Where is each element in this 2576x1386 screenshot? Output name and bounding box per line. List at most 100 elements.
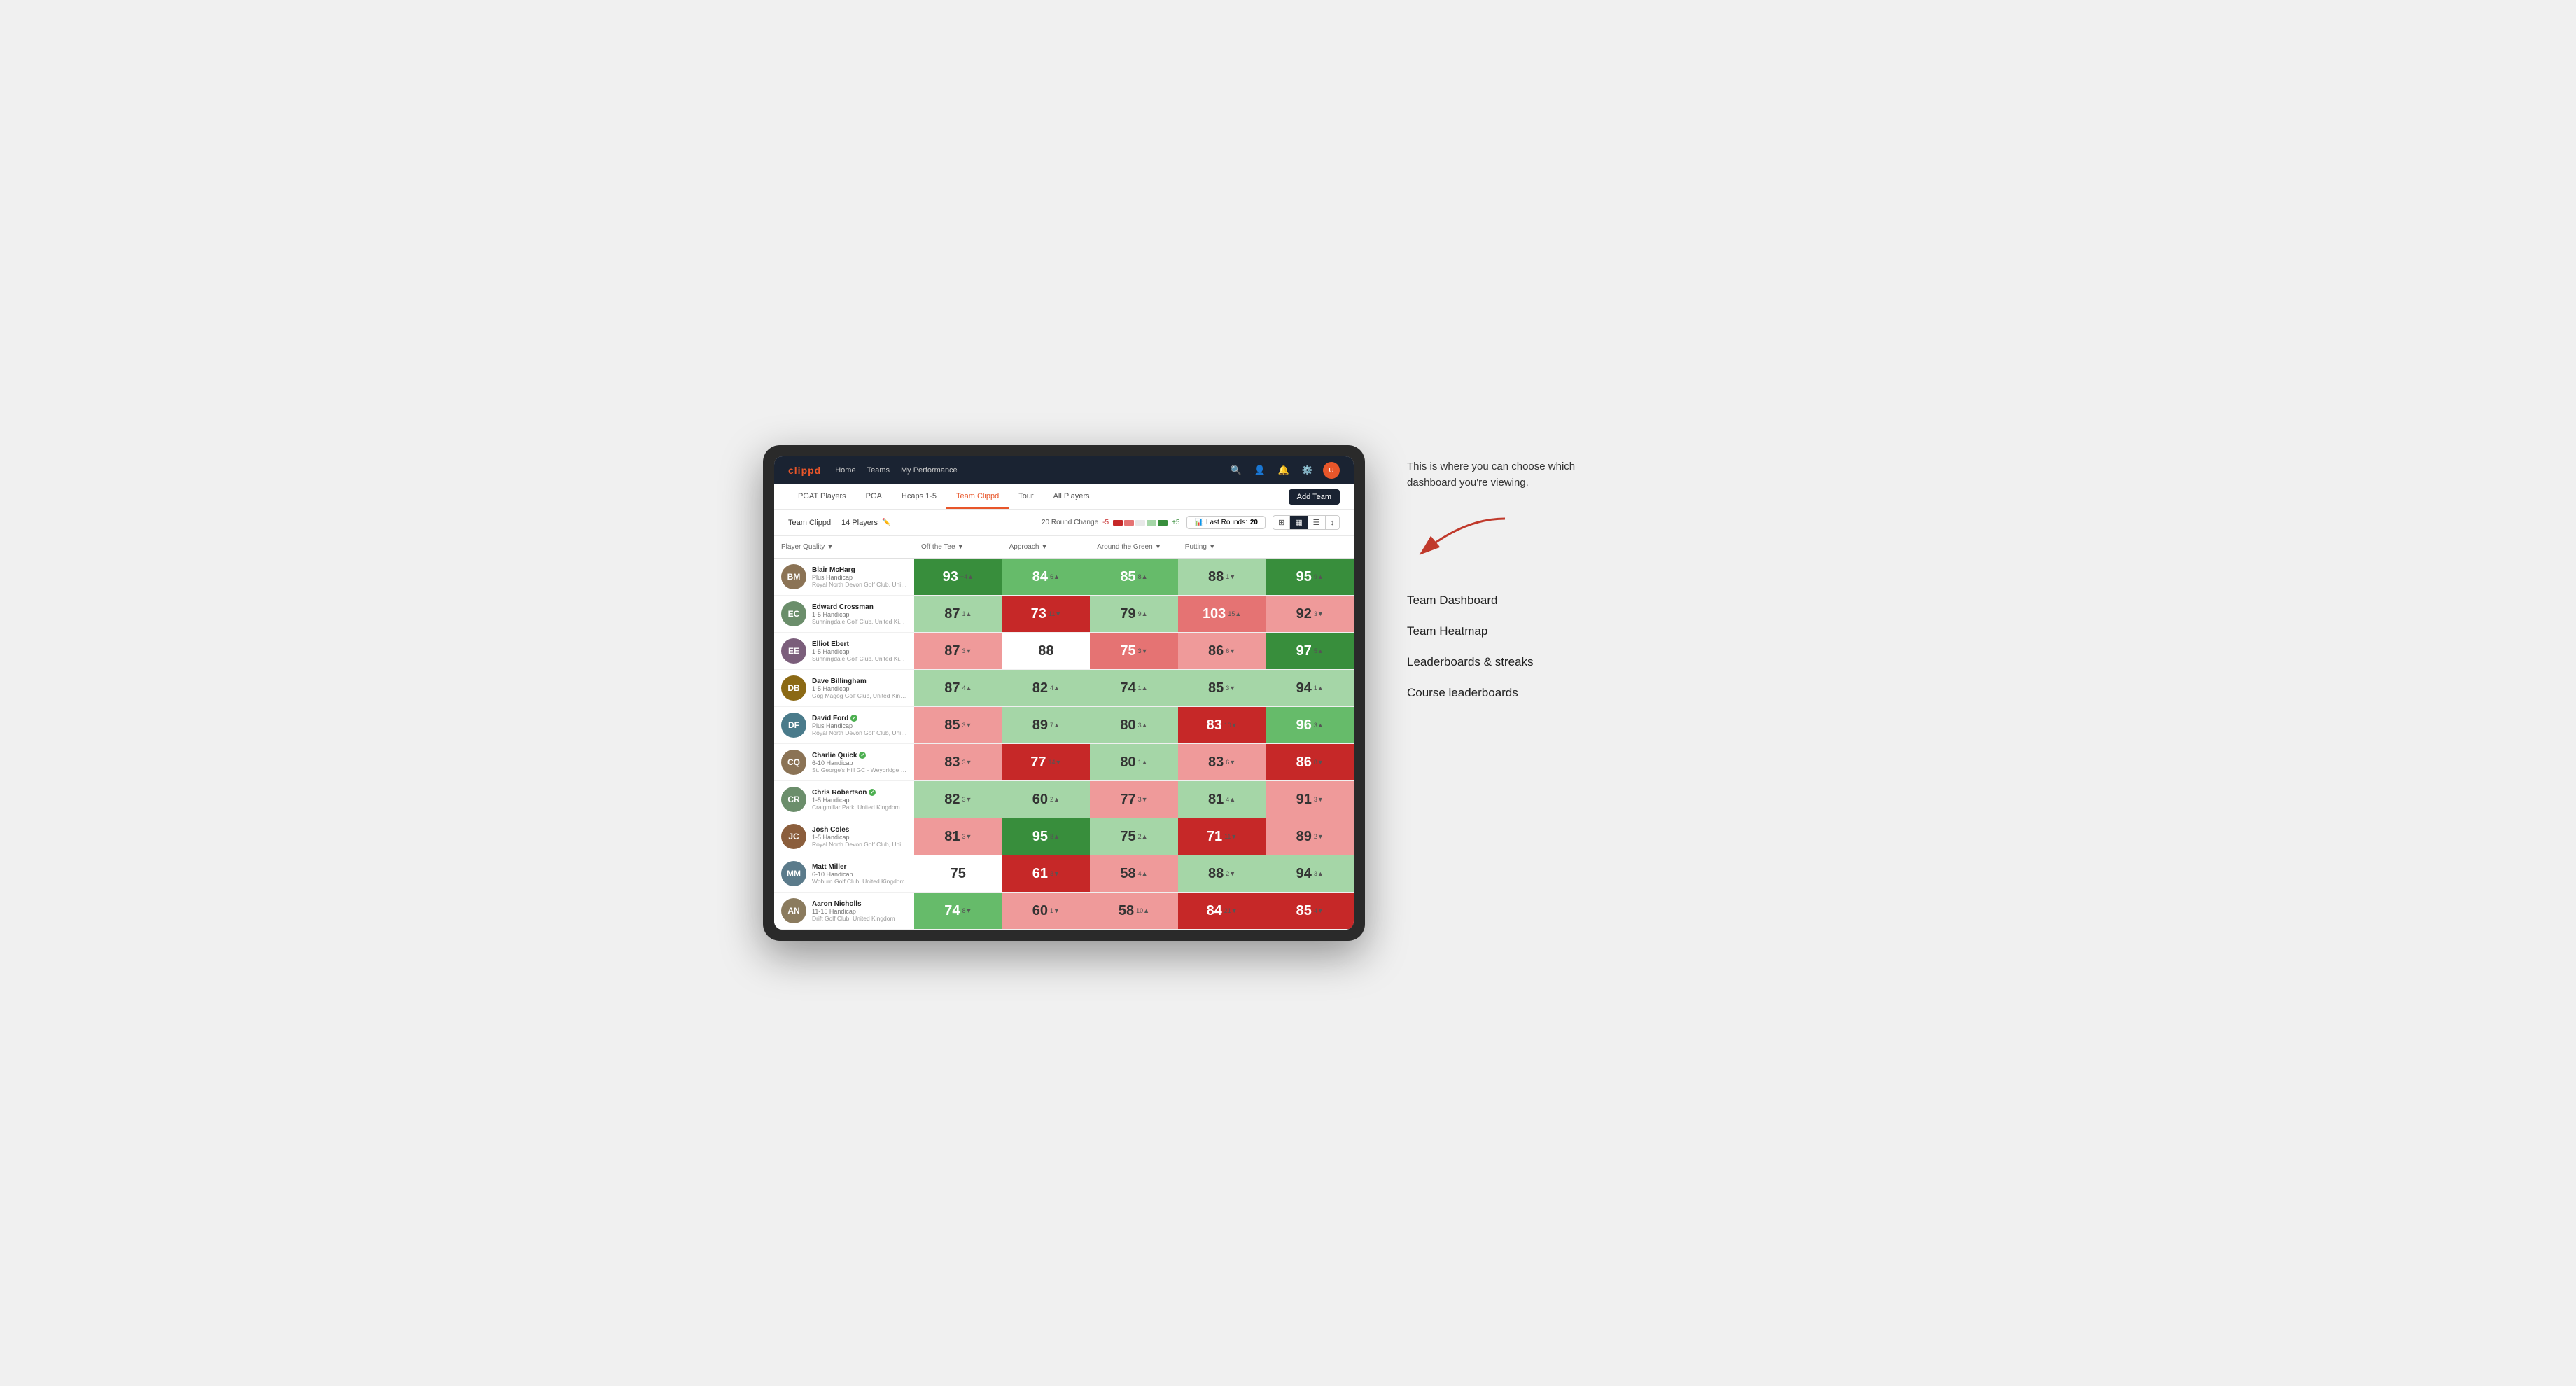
user-icon[interactable]: 👤 (1252, 462, 1268, 479)
col-header-around-green[interactable]: Around the Green ▼ (1090, 540, 1178, 554)
score-value: 80 (1120, 718, 1135, 734)
player-cell[interactable]: JCJosh Coles1-5 HandicapRoyal North Devo… (774, 818, 914, 855)
table-row[interactable]: BMBlair McHargPlus HandicapRoyal North D… (774, 559, 1354, 596)
score-cell: 7311▼ (1002, 596, 1091, 632)
player-handicap: Plus Handicap (812, 574, 907, 581)
score-cell: 93+4▲ (914, 559, 1002, 595)
score-value: 86 (1296, 755, 1312, 771)
score-cell: 959▲ (1266, 559, 1354, 595)
score-change: 3▼ (1138, 796, 1148, 803)
round-change-label: 20 Round Change (1042, 519, 1098, 526)
player-club: Sunningdale Golf Club, United Kingdom (812, 618, 907, 625)
score-change: 3▲ (1314, 870, 1324, 877)
tab-tour[interactable]: Tour (1009, 484, 1043, 509)
tab-team-clippd[interactable]: Team Clippd (946, 484, 1009, 509)
player-cell[interactable]: EEElliot Ebert1-5 HandicapSunningdale Go… (774, 633, 914, 669)
score-value: 84 (1207, 903, 1222, 919)
score-change: 3▼ (1226, 685, 1236, 692)
table-row[interactable]: ECEdward Crossman1-5 HandicapSunningdale… (774, 596, 1354, 633)
score-change: 5▲ (1314, 648, 1324, 654)
tab-pga[interactable]: PGA (856, 484, 892, 509)
view-toggle-heatmap[interactable]: ▦ (1290, 516, 1308, 529)
round-change: 20 Round Change -5 +5 (1042, 519, 1180, 526)
score-cell: 753▼ (1090, 633, 1178, 669)
bell-icon[interactable]: 🔔 (1275, 462, 1292, 479)
score-cell: 853▼ (914, 707, 1002, 743)
score-change: 1▲ (1138, 759, 1148, 766)
tab-all-players[interactable]: All Players (1044, 484, 1100, 509)
annotation-item-leaderboards: Leaderboards & streaks (1407, 647, 1617, 678)
search-icon[interactable]: 🔍 (1228, 462, 1245, 479)
nav-bar: clippd Home Teams My Performance 🔍 👤 🔔 ⚙… (774, 456, 1354, 484)
table-row[interactable]: MMMatt Miller6-10 HandicapWoburn Golf Cl… (774, 855, 1354, 892)
tab-pgat-players[interactable]: PGAT Players (788, 484, 856, 509)
score-change: 9▲ (1138, 610, 1148, 617)
score-cell: 7111▼ (1178, 818, 1266, 855)
player-cell[interactable]: DB Dave Billingham1-5 HandicapGog Magog G… (774, 670, 914, 706)
table-row[interactable]: CQCharlie Quick✓6-10 HandicapSt. George'… (774, 744, 1354, 781)
avatar[interactable]: U (1323, 462, 1340, 479)
table-row[interactable]: JCJosh Coles1-5 HandicapRoyal North Devo… (774, 818, 1354, 855)
score-change: 4▲ (962, 685, 972, 692)
player-club: St. George's Hill GC - Weybridge - Surre… (812, 766, 907, 774)
score-cell: 833▼ (914, 744, 1002, 780)
view-toggle-list[interactable]: ☰ (1308, 516, 1326, 529)
player-info: Dave Billingham1-5 HandicapGog Magog Gol… (812, 678, 907, 699)
table-row[interactable]: CRChris Robertson✓1-5 HandicapCraigmilla… (774, 781, 1354, 818)
last-rounds-button[interactable]: 📊 Last Rounds: 20 (1186, 516, 1266, 529)
player-cell[interactable]: DFDavid Ford✓Plus HandicapRoyal North De… (774, 707, 914, 743)
player-handicap: 6-10 Handicap (812, 871, 907, 878)
player-cell[interactable]: ECEdward Crossman1-5 HandicapSunningdale… (774, 596, 914, 632)
neg-value: -5 (1102, 519, 1109, 526)
player-cell[interactable]: CQCharlie Quick✓6-10 HandicapSt. George'… (774, 744, 914, 780)
view-toggle-sort[interactable]: ↕ (1326, 516, 1340, 529)
player-info: Josh Coles1-5 HandicapRoyal North Devon … (812, 826, 907, 848)
player-club: Royal North Devon Golf Club, United King… (812, 581, 907, 588)
table-row[interactable]: DFDavid Ford✓Plus HandicapRoyal North De… (774, 707, 1354, 744)
score-value: 92 (1296, 606, 1312, 622)
add-team-button[interactable]: Add Team (1289, 489, 1340, 505)
pipe-separator: | (835, 519, 837, 527)
score-value: 95 (1032, 829, 1048, 845)
last-rounds-label: Last Rounds: (1206, 519, 1247, 526)
player-avatar: EE (781, 638, 806, 664)
player-name: Dave Billingham (812, 678, 907, 685)
chart-icon: 📊 (1194, 519, 1203, 526)
score-value: 85 (944, 718, 960, 734)
score-cell: 10315▲ (1178, 596, 1266, 632)
table-row[interactable]: EEElliot Ebert1-5 HandicapSunningdale Go… (774, 633, 1354, 670)
table-row[interactable]: ANAaron Nicholls11-15 HandicapDrift Golf… (774, 892, 1354, 930)
player-cell[interactable]: BMBlair McHargPlus HandicapRoyal North D… (774, 559, 914, 595)
player-handicap: 1-5 Handicap (812, 685, 907, 692)
player-cell[interactable]: ANAaron Nicholls11-15 HandicapDrift Golf… (774, 892, 914, 929)
score-cell: 958▲ (1002, 818, 1091, 855)
score-value: 91 (1296, 792, 1312, 808)
tab-hcaps[interactable]: Hcaps 1-5 (892, 484, 946, 509)
col-header-approach[interactable]: Approach ▼ (1002, 540, 1091, 554)
nav-link-my-performance[interactable]: My Performance (901, 466, 958, 475)
score-change: 6▼ (1226, 759, 1236, 766)
heat-seg-1 (1113, 520, 1123, 526)
score-value: 75 (1120, 643, 1135, 659)
col-header-off-tee[interactable]: Off the Tee ▼ (914, 540, 1002, 554)
score-value: 88 (1208, 866, 1224, 882)
score-change: 3▲ (1314, 722, 1324, 729)
edit-icon[interactable]: ✏️ (882, 519, 890, 526)
col-header-putting[interactable]: Putting ▼ (1178, 540, 1266, 554)
view-toggle-grid[interactable]: ⊞ (1273, 516, 1290, 529)
score-change: 9▲ (1314, 573, 1324, 580)
player-avatar: DB (781, 676, 806, 701)
nav-link-home[interactable]: Home (835, 466, 855, 475)
player-name: Charlie Quick✓ (812, 752, 907, 760)
player-cell[interactable]: MMMatt Miller6-10 HandicapWoburn Golf Cl… (774, 855, 914, 892)
nav-link-teams[interactable]: Teams (867, 466, 890, 475)
score-change: 1▼ (1226, 573, 1236, 580)
settings-icon[interactable]: ⚙️ (1299, 462, 1316, 479)
table-row[interactable]: DB Dave Billingham1-5 HandicapGog Magog G… (774, 670, 1354, 707)
score-change: 10▼ (1224, 722, 1238, 729)
player-cell[interactable]: CRChris Robertson✓1-5 HandicapCraigmilla… (774, 781, 914, 818)
score-cell: 601▼ (1002, 892, 1091, 929)
player-handicap: 1-5 Handicap (812, 611, 907, 618)
score-change: 1▲ (962, 610, 972, 617)
score-cell: 613▼ (1002, 855, 1091, 892)
